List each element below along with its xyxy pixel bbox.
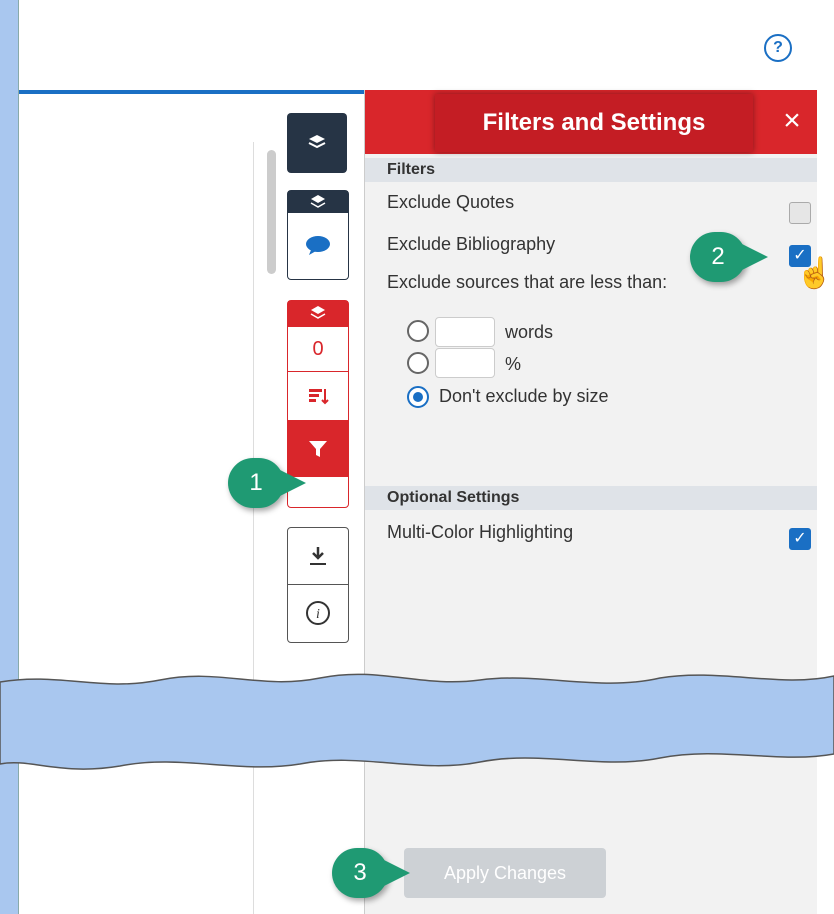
filter-button[interactable] bbox=[288, 421, 348, 477]
dont-exclude-label: Don't exclude by size bbox=[439, 386, 609, 406]
panel-title: Filters and Settings bbox=[435, 94, 753, 152]
exclude-quotes-checkbox[interactable] bbox=[789, 202, 811, 224]
exclude-bibliography-label: Exclude Bibliography bbox=[387, 234, 556, 254]
progress-bar bbox=[19, 0, 383, 94]
match-count[interactable]: 0 bbox=[288, 327, 348, 372]
percent-radio[interactable] bbox=[407, 352, 429, 374]
callout-3: 3 bbox=[332, 848, 410, 898]
exclude-quotes-label: Exclude Quotes bbox=[387, 192, 515, 212]
multicolor-label: Multi-Color Highlighting bbox=[387, 522, 574, 542]
info-icon: i bbox=[288, 585, 348, 641]
document-scrollbar[interactable] bbox=[267, 150, 276, 274]
dont-exclude-radio[interactable] bbox=[407, 386, 429, 408]
multicolor-checkbox[interactable]: ✓ bbox=[789, 528, 811, 550]
words-radio[interactable] bbox=[407, 320, 429, 342]
download-icon bbox=[288, 528, 348, 584]
words-label: words bbox=[505, 322, 554, 342]
percent-label: % bbox=[505, 354, 522, 374]
info-button[interactable]: i bbox=[288, 585, 348, 641]
comments-button[interactable] bbox=[287, 190, 349, 280]
torn-edge-divider bbox=[0, 673, 834, 770]
filters-section-header: Filters bbox=[365, 158, 817, 182]
match-overview-button[interactable] bbox=[287, 113, 347, 173]
tools-group: i bbox=[287, 527, 349, 643]
filter-icon bbox=[288, 421, 348, 477]
svg-text:i: i bbox=[316, 607, 320, 622]
document-viewer[interactable] bbox=[19, 142, 254, 914]
comment-icon bbox=[288, 213, 348, 277]
sort-icon bbox=[288, 372, 348, 420]
help-button[interactable]: ? bbox=[764, 34, 792, 62]
layers-icon bbox=[288, 301, 348, 327]
layers-icon bbox=[287, 113, 347, 173]
callout-2: 2 bbox=[690, 232, 768, 282]
percent-input[interactable] bbox=[435, 348, 495, 378]
hand-cursor-icon: ☝ bbox=[796, 257, 834, 290]
apply-changes-button[interactable]: Apply Changes bbox=[404, 848, 606, 898]
sort-button[interactable] bbox=[288, 372, 348, 421]
close-icon[interactable]: × bbox=[775, 104, 809, 138]
filters-settings-panel: Filters and Settings × Filters Exclude Q… bbox=[364, 90, 817, 914]
panel-header: Filters and Settings × bbox=[365, 90, 817, 154]
layers-icon bbox=[288, 191, 348, 213]
optional-settings-header: Optional Settings bbox=[365, 486, 817, 510]
callout-1: 1 bbox=[228, 458, 306, 508]
words-input[interactable] bbox=[435, 317, 495, 347]
exclude-sources-label: Exclude sources that are less than: bbox=[387, 272, 668, 292]
download-button[interactable] bbox=[288, 528, 348, 585]
